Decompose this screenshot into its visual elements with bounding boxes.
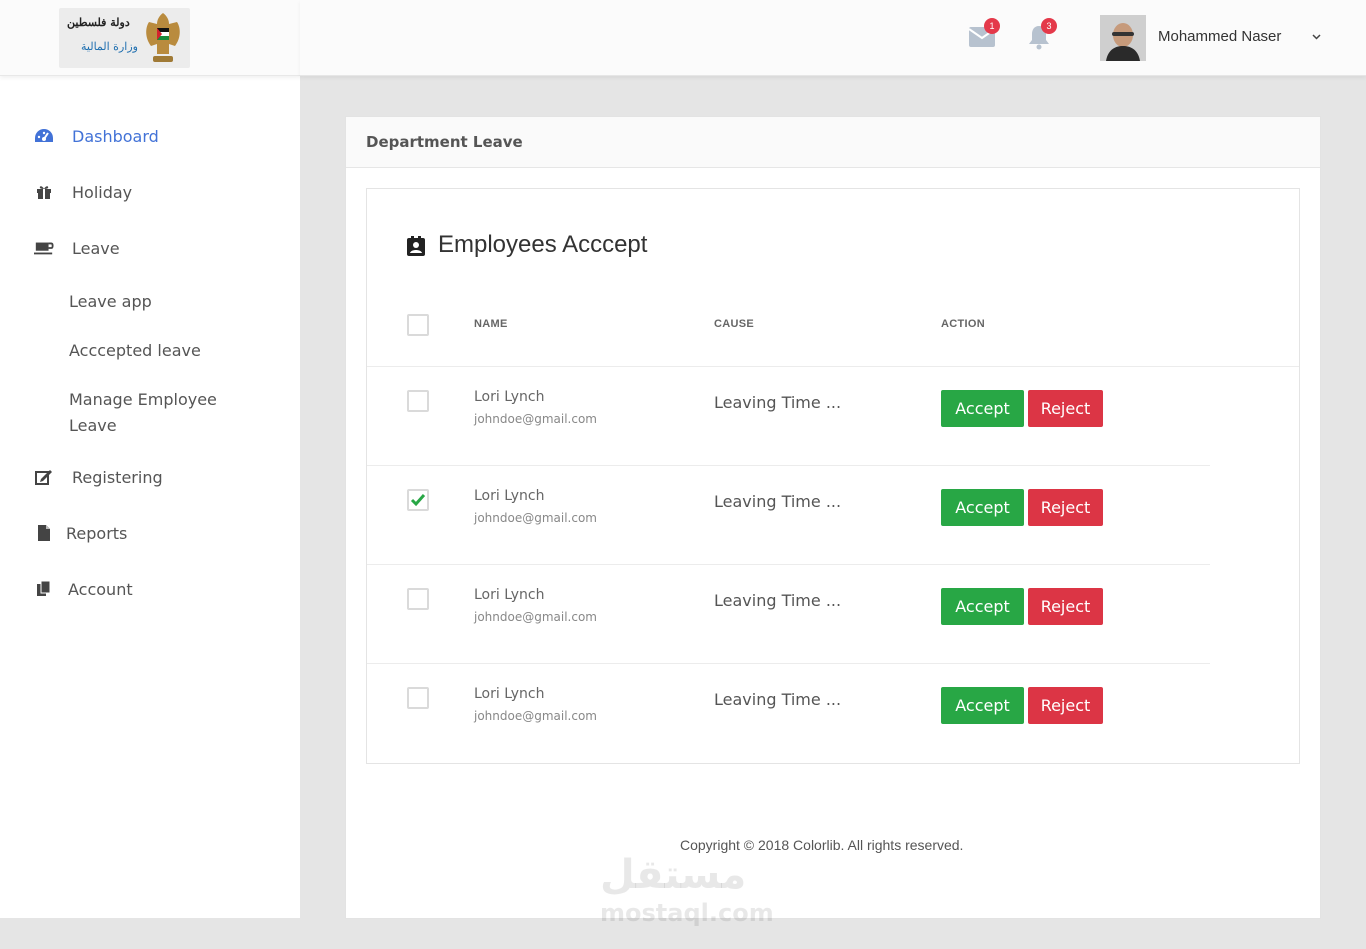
row-checkbox[interactable]: [407, 687, 429, 709]
avatar[interactable]: [1100, 15, 1146, 61]
divider: [367, 465, 1210, 466]
employee-name: Lori Lynch: [474, 587, 545, 603]
mail-button[interactable]: 1: [968, 18, 1000, 52]
reject-button[interactable]: Reject: [1028, 687, 1103, 724]
chevron-down-icon[interactable]: [1312, 34, 1321, 40]
sidebar-item-label: Reports: [66, 523, 128, 543]
row-checkbox[interactable]: [407, 390, 429, 412]
employee-email: johndoe@gmail.com: [474, 511, 597, 525]
eagle-emblem-icon: [146, 13, 180, 62]
user-photo: [1100, 15, 1146, 61]
sidebar-subitem-accepted-leave[interactable]: Acccepted leave: [69, 338, 201, 364]
row-checkbox[interactable]: [407, 588, 429, 610]
select-all-checkbox[interactable]: [407, 314, 429, 336]
top-header: 1 3 Mohammed Naser: [300, 0, 1366, 76]
divider: [367, 366, 1299, 367]
sidebar-item-leave[interactable]: Leave: [34, 238, 120, 258]
divider: [367, 663, 1210, 664]
reject-button[interactable]: Reject: [1028, 390, 1103, 427]
sidebar-subitem-manage-employee-leave[interactable]: Manage Employee Leave: [69, 387, 239, 439]
sidebar-item-label: Dashboard: [72, 126, 159, 146]
divider: [367, 564, 1210, 565]
accept-button[interactable]: Accept: [941, 390, 1024, 427]
leave-cause: Leaving Time ...: [714, 690, 842, 709]
leave-cause: Leaving Time ...: [714, 492, 842, 511]
user-name-dropdown[interactable]: Mohammed Naser: [1158, 28, 1281, 45]
ministry-logo[interactable]: دولة فلسطين وزارة المالية: [59, 8, 190, 68]
watermark-arabic: مستقل: [600, 852, 747, 898]
employee-name: Lori Lynch: [474, 686, 545, 702]
watermark-latin: mostaql.com: [600, 899, 774, 927]
coffee-icon: [34, 238, 54, 258]
reject-button[interactable]: Reject: [1028, 588, 1103, 625]
logo-text-arabic-1: دولة فلسطين: [67, 16, 130, 29]
accept-button[interactable]: Accept: [941, 489, 1024, 526]
employee-name: Lori Lynch: [474, 488, 545, 504]
leave-cause: Leaving Time ...: [714, 393, 842, 412]
column-header-action: ACTION: [941, 318, 985, 330]
department-leave-card: Department Leave Employees Acccept NAME …: [345, 116, 1321, 927]
sidebar-item-dashboard[interactable]: Dashboard: [34, 126, 159, 146]
column-header-cause: CAUSE: [714, 318, 755, 330]
edit-icon: [34, 467, 54, 487]
sidebar-item-account[interactable]: Account: [34, 579, 133, 599]
reject-button[interactable]: Reject: [1028, 489, 1103, 526]
employee-email: johndoe@gmail.com: [474, 412, 597, 426]
row-checkbox[interactable]: [407, 489, 429, 511]
sidebar-item-holiday[interactable]: Holiday: [34, 182, 132, 202]
sidebar-item-label: Leave: [72, 238, 120, 258]
sidebar-item-label: Account: [68, 579, 133, 599]
logo-text-arabic-2: وزارة المالية: [81, 40, 138, 53]
card-header: Department Leave: [346, 117, 1320, 168]
mail-count-badge: 1: [984, 18, 1000, 34]
logo-area: دولة فلسطين وزارة المالية: [0, 0, 300, 76]
sidebar-item-label: Holiday: [72, 182, 133, 202]
copyright-text: Copyright © 2018 Colorlib. All rights re…: [680, 837, 964, 853]
section-title: Employees Acccept: [438, 231, 648, 258]
accept-button[interactable]: Accept: [941, 687, 1024, 724]
accept-button[interactable]: Accept: [941, 588, 1024, 625]
employee-email: johndoe@gmail.com: [474, 709, 597, 723]
sidebar: دولة فلسطين وزارة المالية Dashboard Holi: [0, 0, 300, 918]
gift-icon: [34, 182, 54, 202]
copy-icon: [34, 579, 54, 599]
tachometer-icon: [34, 126, 54, 146]
sidebar-item-registering[interactable]: Registering: [34, 467, 163, 487]
leave-cause: Leaving Time ...: [714, 591, 842, 610]
sidebar-subitem-leave-app[interactable]: Leave app: [69, 289, 152, 315]
sidebar-item-reports[interactable]: Reports: [34, 523, 127, 543]
column-header-name: NAME: [474, 318, 508, 330]
contact-card-icon: [407, 236, 425, 256]
employee-email: johndoe@gmail.com: [474, 610, 597, 624]
checkmark-icon: [410, 494, 426, 507]
sidebar-item-label: Registering: [72, 467, 163, 487]
file-icon: [34, 523, 54, 543]
employees-accept-panel: Employees Acccept NAME CAUSE ACTION Lori…: [366, 188, 1300, 764]
employee-name: Lori Lynch: [474, 389, 545, 405]
notifications-button[interactable]: 3: [1027, 18, 1057, 52]
notification-count-badge: 3: [1041, 18, 1057, 34]
card-title: Department Leave: [366, 133, 523, 151]
